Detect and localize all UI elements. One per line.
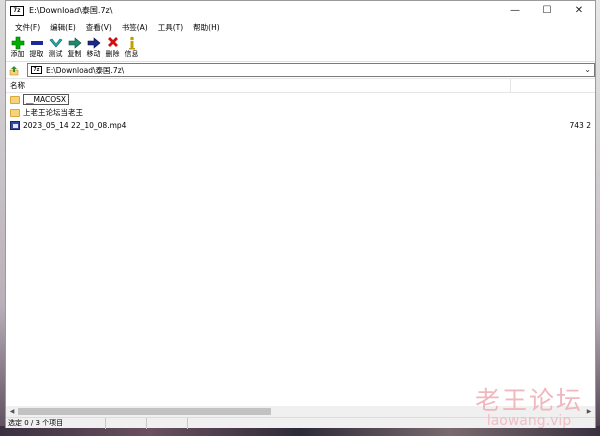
move-arrow-icon xyxy=(86,35,102,50)
menu-view[interactable]: 查看(V) xyxy=(81,22,117,33)
address-input[interactable]: 7z E:\Download\泰国.7z\ ⌄ xyxy=(26,63,595,77)
file-list: __MACOSX 上老王论坛当老王 2023_05_14 22_10_08.mp… xyxy=(6,93,595,401)
status-divider xyxy=(146,417,147,429)
maximize-icon: ☐ xyxy=(542,5,552,16)
address-path: E:\Download\泰国.7z\ xyxy=(45,65,125,75)
list-item-size: 743 2 xyxy=(569,121,591,130)
extract-label: 提取 xyxy=(29,50,44,58)
add-button[interactable]: 添加 xyxy=(8,35,27,59)
move-button[interactable]: 移动 xyxy=(84,35,103,59)
maximize-button[interactable]: ☐ xyxy=(531,1,563,20)
scroll-thumb[interactable] xyxy=(18,408,271,415)
info-button[interactable]: 信息 xyxy=(122,35,141,59)
app-7zip-icon: 7z xyxy=(10,5,24,16)
delete-icon xyxy=(105,35,121,50)
close-button[interactable]: ✕ xyxy=(563,1,595,20)
add-label: 添加 xyxy=(10,50,25,58)
copy-button[interactable]: 复制 xyxy=(65,35,84,59)
extract-button[interactable]: 提取 xyxy=(27,35,46,59)
list-item-name: 上老王论坛当老王 xyxy=(23,108,83,117)
menu-bar: 文件(F) 编辑(E) 查看(V) 书签(A) 工具(T) 帮助(H) xyxy=(6,20,595,35)
delete-label: 删除 xyxy=(105,50,120,58)
column-header-name[interactable]: 名称 xyxy=(6,78,511,93)
list-item[interactable]: __MACOSX xyxy=(6,93,595,106)
menu-file[interactable]: 文件(F) xyxy=(10,22,45,33)
window-controls: — ☐ ✕ xyxy=(499,1,595,20)
menu-edit[interactable]: 编辑(E) xyxy=(45,22,81,33)
chevron-down-icon[interactable]: ⌄ xyxy=(584,65,591,74)
list-item[interactable]: 上老王论坛当老王 xyxy=(6,106,595,119)
window-title: E:\Download\泰国.7z\ xyxy=(29,6,113,15)
watermark-text-cn: 老王论坛 xyxy=(474,386,583,415)
check-icon xyxy=(48,35,64,50)
video-file-icon xyxy=(10,121,20,130)
minimize-button[interactable]: — xyxy=(499,1,531,20)
address-bar: 7z E:\Download\泰国.7z\ ⌄ xyxy=(6,62,595,79)
list-item-name: __MACOSX xyxy=(23,94,70,105)
status-divider xyxy=(187,417,188,429)
test-button[interactable]: 测试 xyxy=(46,35,65,59)
plus-icon xyxy=(10,35,26,50)
up-folder-icon xyxy=(10,65,19,75)
delete-button[interactable]: 删除 xyxy=(103,35,122,59)
folder-icon xyxy=(10,108,20,117)
file-manager-window: 7z E:\Download\泰国.7z\ — ☐ ✕ 文件(F) 编辑(E) … xyxy=(5,0,596,429)
list-item-name: 2023_05_14 22_10_08.mp4 xyxy=(23,121,127,130)
title-bar[interactable]: 7z E:\Download\泰国.7z\ — ☐ ✕ xyxy=(6,1,595,20)
minimize-icon: — xyxy=(510,5,520,16)
menu-bookmarks[interactable]: 书签(A) xyxy=(117,22,153,33)
info-label: 信息 xyxy=(124,50,139,58)
scroll-left-icon[interactable]: ◀ xyxy=(6,408,18,415)
close-icon: ✕ xyxy=(574,5,584,16)
scroll-right-icon[interactable]: ▶ xyxy=(583,408,595,415)
copy-arrow-icon xyxy=(67,35,83,50)
info-icon xyxy=(124,35,140,50)
up-folder-button[interactable] xyxy=(9,64,21,76)
move-label: 移动 xyxy=(86,50,101,58)
watermark-text-en: laowang.vip xyxy=(486,413,572,429)
watermark: 老王论坛 laowang.vip xyxy=(475,381,583,429)
list-item[interactable]: 2023_05_14 22_10_08.mp4 743 2 xyxy=(6,119,595,132)
folder-icon xyxy=(10,95,20,104)
menu-tools[interactable]: 工具(T) xyxy=(153,22,188,33)
minus-icon xyxy=(29,35,45,50)
toolbar: 添加 提取 测试 复制 移动 删除 信息 xyxy=(6,35,595,62)
menu-help[interactable]: 帮助(H) xyxy=(188,22,225,33)
test-label: 测试 xyxy=(48,50,63,58)
archive-icon: 7z xyxy=(30,66,42,74)
status-selection: 选定 0 / 3 个项目 xyxy=(6,417,106,429)
list-header: 名称 xyxy=(6,78,595,93)
copy-label: 复制 xyxy=(67,50,82,58)
